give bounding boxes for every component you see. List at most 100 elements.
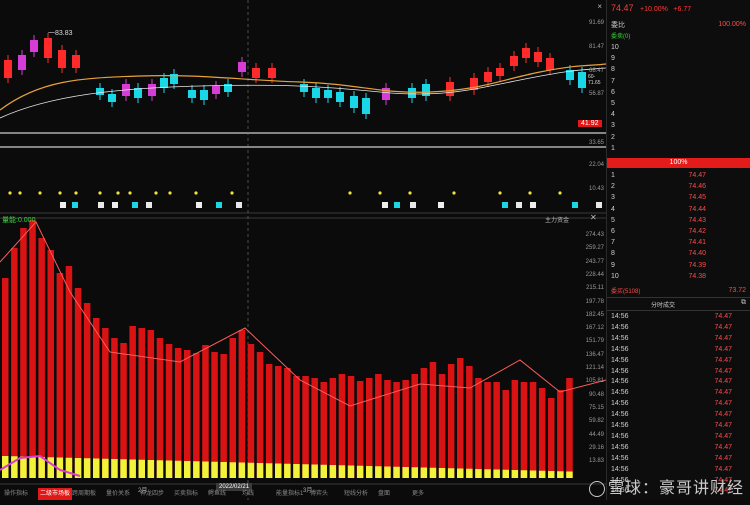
- indicator-tab[interactable]: 均线: [242, 488, 254, 500]
- sell-level-row[interactable]: 2: [611, 133, 746, 142]
- indicator-tab[interactable]: 操作指标: [4, 488, 28, 500]
- buy-level-row[interactable]: 4 74.44: [611, 205, 746, 214]
- volume-bar: [293, 376, 300, 478]
- watermark-text: 雪球：豪哥讲财经: [607, 480, 744, 497]
- tick-row[interactable]: 14:56 74.47: [611, 421, 746, 430]
- sell-level-index: 6: [611, 88, 615, 96]
- chart-area[interactable]: × 一83.83 60-71.65 41.92 91.69 81.47 68.4…: [0, 0, 607, 500]
- candle: [30, 40, 38, 52]
- volume-bar: [74, 288, 82, 478]
- tick-row[interactable]: 14:56 74.47: [611, 388, 746, 397]
- volume-bar-sub: [302, 464, 309, 478]
- tick-row[interactable]: 14:56 74.47: [611, 334, 746, 343]
- buy-level-row[interactable]: 7 74.41: [611, 238, 746, 247]
- indicator-tab[interactable]: 二级市场板: [38, 488, 73, 500]
- signal-marker: [98, 202, 104, 208]
- signal-marker: [132, 202, 138, 208]
- sell-level-row[interactable]: 8: [611, 65, 746, 74]
- volume-bar: [366, 378, 373, 478]
- tick-row[interactable]: 14:56 74.47: [611, 312, 746, 321]
- volume-bar-sub: [156, 460, 164, 478]
- sell-level-row[interactable]: 3: [611, 121, 746, 130]
- indicator-close-icon[interactable]: ✕: [590, 213, 597, 222]
- close-icon[interactable]: ×: [597, 2, 602, 11]
- sell-level-row[interactable]: 6: [611, 88, 746, 97]
- indicator-tab[interactable]: 神龙四步: [140, 488, 164, 500]
- tick-time: 14:56: [611, 334, 629, 342]
- sell-level-index: 3: [611, 122, 615, 130]
- tick-price: 74.47: [714, 389, 732, 397]
- signal-dot: [498, 191, 502, 195]
- signal-dot: [128, 191, 132, 195]
- volume-axis-tick: 59.82: [588, 418, 604, 425]
- indicator-tab[interactable]: 博弈头: [310, 488, 328, 500]
- tick-row[interactable]: 14:56 74.47: [611, 399, 746, 408]
- buy-level-row[interactable]: 10 74.38: [611, 272, 746, 281]
- buy-level-row[interactable]: 9 74.39: [611, 261, 746, 270]
- bid-ratio-value: 100.00%: [718, 21, 746, 28]
- sell-level-row[interactable]: 9: [611, 54, 746, 63]
- volume-bar: [220, 354, 227, 478]
- close-price-tag: 41.92: [578, 120, 602, 127]
- sell-level-index: 7: [611, 77, 615, 85]
- indicator-tab[interactable]: 跨周期板: [72, 488, 96, 500]
- volume-bar: [120, 343, 127, 478]
- candle: [108, 94, 116, 102]
- indicator-tab[interactable]: 短线分析: [344, 488, 368, 500]
- tick-row[interactable]: 14:56 74.47: [611, 377, 746, 386]
- indicator-tab[interactable]: 买卖指标: [174, 488, 198, 500]
- sell-level-row[interactable]: 7: [611, 77, 746, 86]
- volume-bar-sub: [265, 463, 273, 478]
- buy-level-row[interactable]: 2 74.46: [611, 182, 746, 191]
- volume-bar-sub: [329, 465, 337, 478]
- tick-price: 74.47: [714, 323, 732, 331]
- buy-level-row[interactable]: 1 74.47: [611, 171, 746, 180]
- tick-row[interactable]: 14:56 74.47: [611, 356, 746, 365]
- indicator-tab[interactable]: 更多: [412, 488, 424, 500]
- buy-level-row[interactable]: 5 74.43: [611, 216, 746, 225]
- candle: [212, 86, 220, 94]
- tick-time: 14:56: [611, 345, 629, 353]
- ticks-header: 分时成交 ⧉: [607, 297, 750, 311]
- sell-level-row[interactable]: 5: [611, 99, 746, 108]
- indicator-tab[interactable]: 盘面: [378, 488, 390, 500]
- tick-row[interactable]: 14:56 74.47: [611, 367, 746, 376]
- tick-row[interactable]: 14:56 74.47: [611, 465, 746, 474]
- signal-marker: [438, 202, 444, 208]
- tick-row[interactable]: 14:56 74.47: [611, 454, 746, 463]
- tick-row[interactable]: 14:56 74.47: [611, 432, 746, 441]
- sell-level-index: 10: [611, 44, 619, 51]
- volume-bar-sub: [384, 466, 391, 478]
- buy-level-row[interactable]: 3 74.45: [611, 193, 746, 202]
- volume-bar-sub: [393, 466, 400, 478]
- volume-bar-sub: [65, 457, 73, 478]
- signal-dot: [194, 191, 198, 195]
- volume-bar-sub: [293, 464, 300, 478]
- volume-bar-sub: [557, 471, 564, 478]
- buy-level-price: 74.39: [688, 261, 706, 269]
- expand-icon[interactable]: ⧉: [741, 299, 746, 307]
- tick-row[interactable]: 14:56 74.47: [611, 410, 746, 419]
- sell-level-row[interactable]: 10: [611, 43, 746, 52]
- volume-axis-tick: 167.12: [585, 325, 604, 332]
- volume-bar: [466, 366, 473, 478]
- volume-bar-sub: [411, 467, 418, 478]
- signal-marker: [410, 202, 416, 208]
- sell-level-row[interactable]: 4: [611, 110, 746, 119]
- tick-row[interactable]: 14:56 74.47: [611, 345, 746, 354]
- sell-level-row[interactable]: 1: [611, 144, 746, 153]
- kline-chart[interactable]: [0, 0, 607, 500]
- tick-row[interactable]: 14:56 74.47: [611, 323, 746, 332]
- sell-level-index: 5: [611, 100, 615, 107]
- indicator-tab[interactable]: 鳄鱼线: [208, 488, 226, 500]
- signal-marker: [596, 202, 602, 208]
- signal-dot: [18, 191, 22, 195]
- buy-level-row[interactable]: 6 74.42: [611, 227, 746, 236]
- candle: [58, 50, 66, 68]
- tick-row[interactable]: 14:56 74.47: [611, 443, 746, 452]
- indicator-tab[interactable]: 量价关系: [106, 488, 130, 500]
- indicator-tab[interactable]: 能量指标1: [276, 488, 303, 500]
- buy-level-row[interactable]: 8 74.40: [611, 249, 746, 258]
- signal-dot: [408, 191, 412, 195]
- indicator-name[interactable]: 主力资金: [545, 215, 569, 224]
